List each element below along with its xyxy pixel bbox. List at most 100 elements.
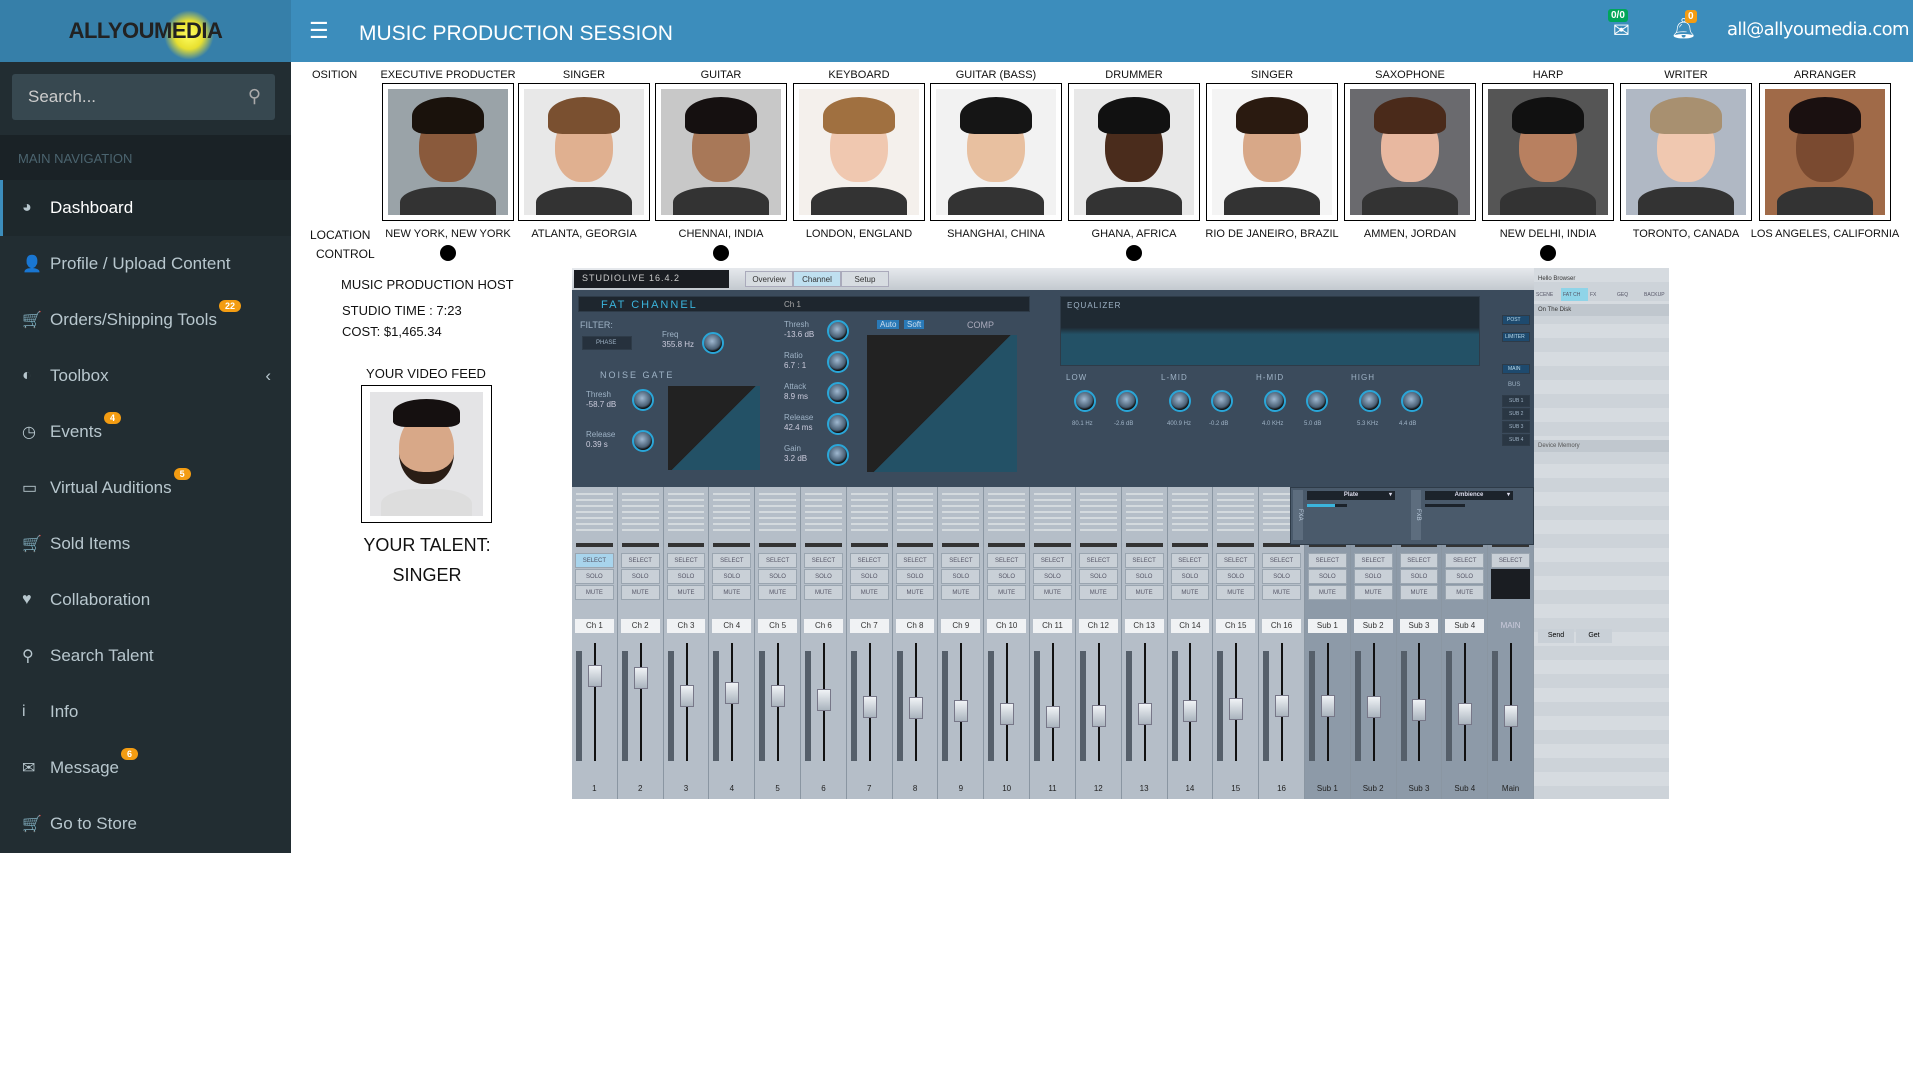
aux-send-meter[interactable] bbox=[1171, 517, 1209, 519]
select-button[interactable]: SELECT bbox=[758, 553, 798, 568]
browser-tab[interactable]: SCENE bbox=[1534, 288, 1561, 301]
post-button[interactable]: POST bbox=[1507, 317, 1521, 323]
get-button[interactable]: Get bbox=[1576, 629, 1612, 643]
select-button[interactable]: SELECT bbox=[941, 553, 981, 568]
select-button[interactable]: SELECT bbox=[849, 553, 889, 568]
main-bus-button[interactable]: MAIN bbox=[1508, 366, 1521, 372]
sidebar-item-info[interactable]: i Info bbox=[0, 684, 291, 740]
sidebar-item-go-to-store[interactable]: 🛒 Go to Store bbox=[0, 796, 291, 852]
control-indicator[interactable] bbox=[1126, 245, 1142, 261]
aux-send-meter[interactable] bbox=[1171, 499, 1209, 501]
solo-button[interactable]: SOLO bbox=[620, 569, 660, 584]
eq-freq-knob[interactable] bbox=[1074, 390, 1096, 412]
browser-tab[interactable]: GEQ bbox=[1615, 288, 1642, 301]
aux-send-meter[interactable] bbox=[1125, 511, 1163, 513]
aux-send-meter[interactable] bbox=[850, 517, 888, 519]
fader-handle[interactable] bbox=[633, 667, 648, 690]
aux-send-meter[interactable] bbox=[1125, 499, 1163, 501]
chevron-left-icon[interactable]: ‹ bbox=[265, 366, 271, 386]
comp-release-knob[interactable] bbox=[827, 413, 849, 435]
talent-card[interactable] bbox=[1344, 83, 1476, 221]
user-menu[interactable]: all@allyoumedia.com bbox=[1727, 19, 1910, 40]
aux-send-meter[interactable] bbox=[759, 505, 797, 507]
aux-send-meter[interactable] bbox=[896, 523, 934, 525]
solo-button[interactable]: SOLO bbox=[1353, 569, 1393, 584]
aux-send-meter[interactable] bbox=[896, 499, 934, 501]
select-button[interactable]: SELECT bbox=[804, 553, 843, 568]
aux-send-meter[interactable] bbox=[713, 523, 751, 525]
aux-send-meter[interactable] bbox=[1217, 493, 1255, 495]
talent-card[interactable] bbox=[930, 83, 1062, 221]
solo-button[interactable]: SOLO bbox=[1216, 569, 1256, 584]
aux-send-meter[interactable] bbox=[850, 499, 888, 501]
aux-send-meter[interactable] bbox=[667, 493, 705, 495]
pan-slider[interactable] bbox=[850, 543, 888, 547]
sidebar-item-virtual-auditions[interactable]: ▭ Virtual Auditions 5 bbox=[0, 460, 291, 516]
talent-card[interactable] bbox=[518, 83, 650, 221]
sidebar-item-events[interactable]: ◷ Events 4 bbox=[0, 404, 291, 460]
eq-gain-knob[interactable] bbox=[1306, 390, 1328, 412]
fader-handle[interactable] bbox=[816, 688, 831, 711]
aux-send-meter[interactable] bbox=[942, 505, 980, 507]
fx-a-tab[interactable]: FXA bbox=[1293, 490, 1303, 540]
solo-button[interactable]: SOLO bbox=[895, 569, 935, 584]
aux-send-meter[interactable] bbox=[759, 529, 797, 531]
talent-card[interactable] bbox=[1206, 83, 1338, 221]
sub-bus-button[interactable]: SUB 1 bbox=[1502, 395, 1530, 407]
aux-send-meter[interactable] bbox=[1034, 505, 1071, 507]
aux-send-meter[interactable] bbox=[1217, 529, 1255, 531]
aux-send-meter[interactable] bbox=[1171, 493, 1209, 495]
fx-b-preset-select[interactable]: Ambience bbox=[1425, 491, 1513, 500]
fader-handle[interactable] bbox=[1137, 702, 1152, 725]
aux-send-meter[interactable] bbox=[713, 517, 751, 519]
aux-send-meter[interactable] bbox=[805, 511, 842, 513]
aux-send-meter[interactable] bbox=[1217, 505, 1255, 507]
aux-send-meter[interactable] bbox=[896, 493, 934, 495]
pan-slider[interactable] bbox=[942, 543, 980, 547]
pan-slider[interactable] bbox=[667, 543, 705, 547]
aux-send-meter[interactable] bbox=[621, 505, 659, 507]
aux-send-meter[interactable] bbox=[1217, 499, 1255, 501]
aux-send-meter[interactable] bbox=[621, 511, 659, 513]
aux-send-meter[interactable] bbox=[1034, 493, 1071, 495]
fader-handle[interactable] bbox=[908, 696, 923, 719]
mute-button[interactable]: MUTE bbox=[712, 585, 752, 600]
mute-button[interactable]: MUTE bbox=[849, 585, 889, 600]
eq-freq-knob[interactable] bbox=[1264, 390, 1286, 412]
talent-card[interactable] bbox=[1482, 83, 1614, 221]
aux-send-meter[interactable] bbox=[713, 493, 751, 495]
device-memory-section[interactable]: Device Memory bbox=[1534, 440, 1669, 452]
fader-handle[interactable] bbox=[1091, 705, 1106, 728]
aux-send-meter[interactable] bbox=[759, 511, 797, 513]
aux-send-meter[interactable] bbox=[988, 499, 1026, 501]
fader-handle[interactable] bbox=[771, 685, 786, 708]
aux-send-meter[interactable] bbox=[805, 523, 842, 525]
talent-card[interactable] bbox=[1759, 83, 1891, 221]
mute-button[interactable]: MUTE bbox=[987, 585, 1027, 600]
select-button[interactable]: SELECT bbox=[987, 553, 1027, 568]
pan-slider[interactable] bbox=[1034, 543, 1071, 547]
pan-slider[interactable] bbox=[988, 543, 1026, 547]
tab-overview[interactable]: Overview bbox=[745, 271, 793, 287]
aux-send-meter[interactable] bbox=[942, 493, 980, 495]
fader-handle[interactable] bbox=[1045, 706, 1060, 729]
solo-button[interactable]: SOLO bbox=[666, 569, 706, 584]
aux-send-meter[interactable] bbox=[805, 517, 842, 519]
aux-send-meter[interactable] bbox=[942, 499, 980, 501]
sub-bus-button[interactable]: SUB 2 bbox=[1502, 408, 1530, 420]
filter-freq-knob[interactable] bbox=[702, 332, 724, 354]
control-indicator[interactable] bbox=[1540, 245, 1556, 261]
aux-send-meter[interactable] bbox=[576, 511, 613, 513]
aux-send-meter[interactable] bbox=[942, 529, 980, 531]
aux-send-meter[interactable] bbox=[850, 511, 888, 513]
mute-button[interactable]: MUTE bbox=[1078, 585, 1118, 600]
select-button[interactable]: SELECT bbox=[575, 553, 614, 568]
aux-send-meter[interactable] bbox=[1125, 523, 1163, 525]
aux-send-meter[interactable] bbox=[621, 529, 659, 531]
fader-handle[interactable] bbox=[1504, 705, 1519, 728]
select-button[interactable]: SELECT bbox=[1170, 553, 1210, 568]
aux-send-meter[interactable] bbox=[667, 505, 705, 507]
aux-send-meter[interactable] bbox=[1079, 517, 1117, 519]
envelope-icon[interactable]: ✉ 0/0 bbox=[1608, 9, 1635, 42]
select-button[interactable]: SELECT bbox=[1353, 553, 1393, 568]
